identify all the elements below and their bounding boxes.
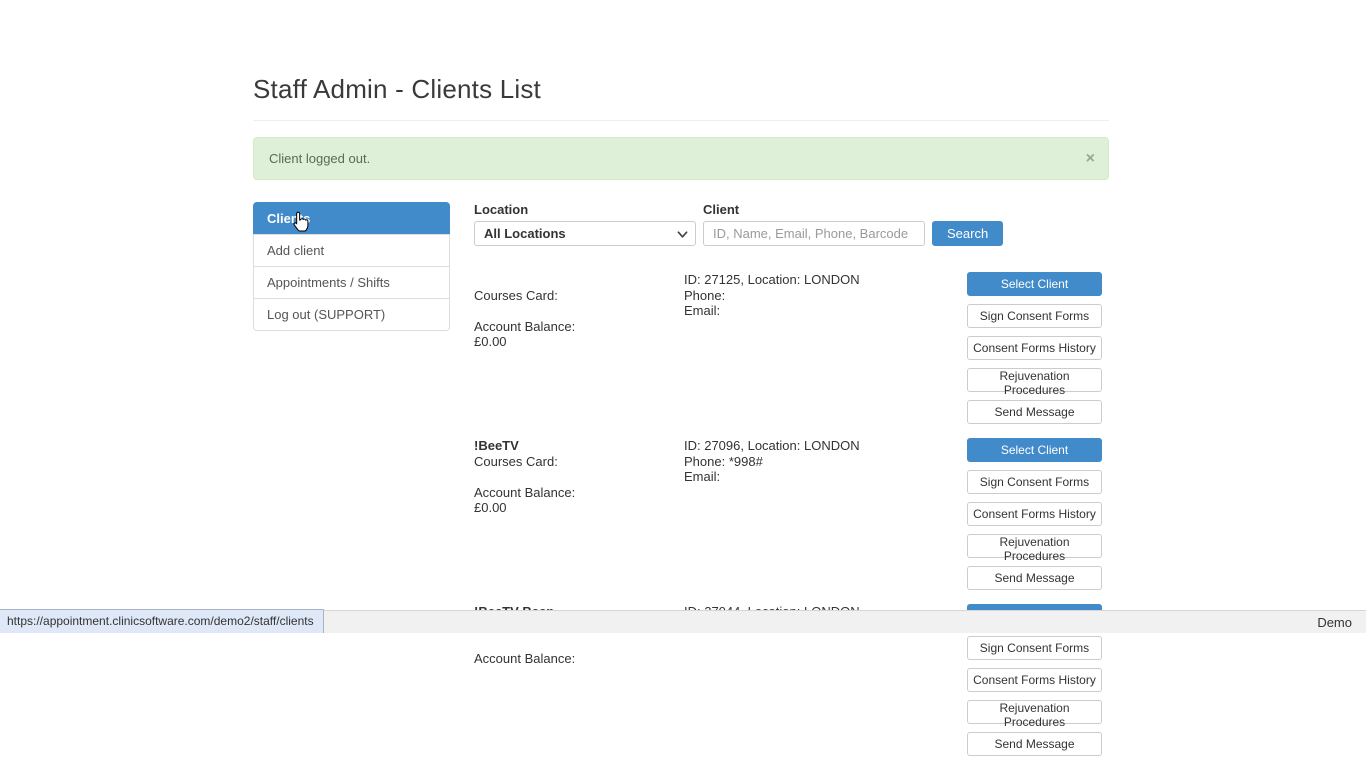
clients-pane: Location All Locations Client Search — [474, 202, 1109, 770]
client-email — [684, 635, 967, 651]
send-message-button[interactable]: Send Message — [967, 400, 1102, 424]
consent-forms-history-button[interactable]: Consent Forms History — [967, 668, 1102, 692]
client-name: !BeeTV — [474, 438, 684, 454]
sidebar-item-clients[interactable]: Clients — [253, 202, 450, 235]
client-label: Client — [703, 202, 925, 217]
send-message-button[interactable]: Send Message — [967, 566, 1102, 590]
client-email: Email: — [684, 469, 967, 485]
sidebar-item-appointments-shifts[interactable]: Appointments / Shifts — [253, 266, 450, 299]
sign-consent-forms-button[interactable]: Sign Consent Forms — [967, 304, 1102, 328]
select-client-button[interactable]: Select Client — [967, 272, 1102, 296]
link-preview-tooltip: https://appointment.clinicsoftware.com/d… — [0, 609, 324, 633]
send-message-button[interactable]: Send Message — [967, 732, 1102, 756]
sign-consent-forms-button[interactable]: Sign Consent Forms — [967, 636, 1102, 660]
location-label: Location — [474, 202, 696, 217]
alert-success: Client logged out. × — [253, 137, 1109, 180]
search-button[interactable]: Search — [932, 221, 1003, 246]
courses-card-value — [474, 303, 684, 319]
client-search-input[interactable] — [703, 221, 925, 246]
client-phone: Phone: — [684, 288, 967, 304]
rejuvenation-procedures-button[interactable]: Rejuvenation Procedures — [967, 368, 1102, 392]
sidebar-menu: ClientsAdd clientAppointments / ShiftsLo… — [253, 202, 450, 770]
courses-card-label: Courses Card: — [474, 288, 684, 304]
courses-card-value — [474, 469, 684, 485]
client-email: Email: — [684, 303, 967, 319]
sign-consent-forms-button[interactable]: Sign Consent Forms — [967, 470, 1102, 494]
consent-forms-history-button[interactable]: Consent Forms History — [967, 336, 1102, 360]
courses-card-label: Courses Card: — [474, 454, 684, 470]
client-row: Courses Card: Account Balance: £0.00 ID:… — [474, 272, 1109, 424]
location-field: Location All Locations — [474, 202, 696, 246]
client-field: Client — [703, 202, 925, 246]
page-title: Staff Admin - Clients List — [253, 74, 1109, 105]
sidebar-item-add-client[interactable]: Add client — [253, 234, 450, 267]
main-content: Staff Admin - Clients List Client logged… — [253, 0, 1109, 770]
title-divider — [253, 120, 1109, 121]
select-client-button[interactable]: Select Client — [967, 438, 1102, 462]
rejuvenation-procedures-button[interactable]: Rejuvenation Procedures — [967, 534, 1102, 558]
rejuvenation-procedures-button[interactable]: Rejuvenation Procedures — [967, 700, 1102, 724]
filter-row: Location All Locations Client Search — [474, 202, 1109, 246]
client-actions: Select Client Sign Consent Forms Consent F… — [967, 272, 1102, 424]
alert-message: Client logged out. — [269, 151, 370, 166]
courses-card-value — [474, 635, 684, 651]
account-balance-value: £0.00 — [474, 334, 684, 350]
account-balance-value: £0.00 — [474, 500, 684, 516]
demo-label: Demo — [1317, 615, 1352, 630]
client-row: !BeeTV Courses Card: Account Balance: £0… — [474, 438, 1109, 590]
client-actions: Select Client Sign Consent Forms Consent F… — [967, 438, 1102, 590]
client-id-location: ID: 27125, Location: LONDON — [684, 272, 967, 288]
client-phone: Phone: *998# — [684, 454, 967, 470]
close-icon[interactable]: × — [1086, 151, 1095, 167]
client-name — [474, 272, 684, 288]
account-balance-label: Account Balance: — [474, 319, 684, 335]
account-balance-label: Account Balance: — [474, 651, 684, 667]
account-balance-value — [474, 666, 684, 682]
consent-forms-history-button[interactable]: Consent Forms History — [967, 502, 1102, 526]
account-balance-label: Account Balance: — [474, 485, 684, 501]
location-select[interactable]: All Locations — [474, 221, 696, 246]
client-id-location: ID: 27096, Location: LONDON — [684, 438, 967, 454]
client-list: Courses Card: Account Balance: £0.00 ID:… — [474, 272, 1109, 756]
sidebar-item-log-out-support[interactable]: Log out (SUPPORT) — [253, 298, 450, 331]
